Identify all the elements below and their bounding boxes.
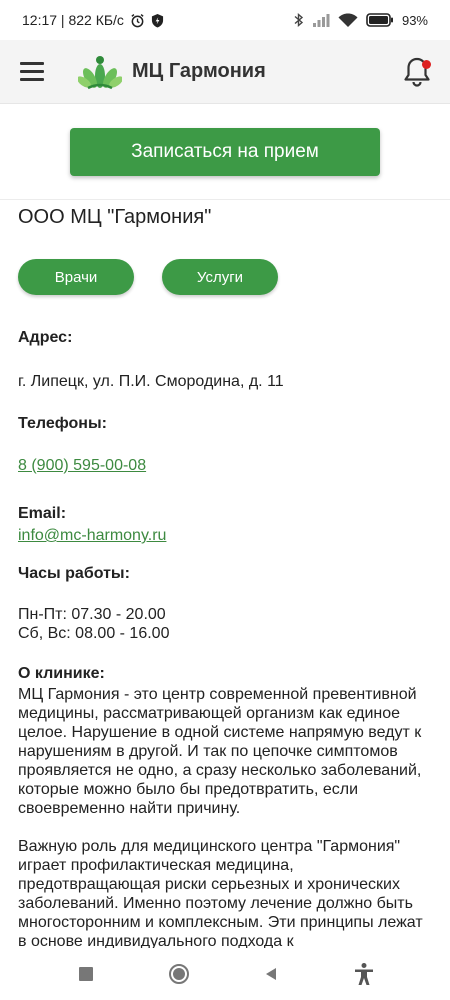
app-title: МЦ Гармония (132, 60, 266, 82)
status-left: 12:17 | 822 КБ/с (22, 12, 164, 28)
status-right: 93% (293, 12, 428, 28)
alarm-icon (130, 13, 145, 28)
email-label: Email: (18, 505, 67, 522)
battery-icon (366, 13, 394, 27)
doctors-button[interactable]: Врачи (18, 259, 134, 295)
home-button[interactable] (164, 959, 194, 989)
address-value: г. Липецк, ул. П.И. Смородина, д. 11 (18, 373, 284, 390)
about-label: О клинике: (18, 665, 105, 682)
phone-link[interactable]: 8 (900) 595-00-08 (18, 457, 434, 475)
about-paragraph: МЦ Гармония - это центр современной прев… (18, 686, 422, 817)
system-nav-bar (0, 948, 450, 1000)
appointment-section: Записаться на прием (0, 104, 450, 200)
book-appointment-button[interactable]: Записаться на прием (70, 127, 380, 176)
menu-icon-line (20, 78, 44, 81)
square-icon (79, 967, 94, 981)
notifications-button[interactable] (400, 55, 434, 89)
menu-button[interactable] (20, 58, 48, 86)
email-link[interactable]: info@mc-harmony.ru (18, 527, 434, 545)
hours-weekend: Сб, Вс: 08.00 - 16.00 (18, 625, 170, 642)
bluetooth-icon (293, 12, 304, 28)
hours-label: Часы работы: (18, 565, 130, 582)
recents-button[interactable] (71, 959, 101, 989)
signal-icon (312, 13, 330, 27)
accessibility-icon (354, 963, 373, 985)
back-triangle-icon (266, 968, 277, 980)
status-time-speed: 12:17 | 822 КБ/с (22, 12, 124, 28)
app-bar: МЦ Гармония (0, 40, 450, 104)
clinic-info: ООО МЦ "Гармония" Врачи Услуги Адрес: г.… (18, 200, 434, 951)
menu-icon-line (20, 70, 44, 73)
status-bar: 12:17 | 822 КБ/с 93% (0, 0, 450, 40)
lotus-logo-icon (78, 50, 122, 94)
pill-row: Врачи Услуги (18, 259, 434, 295)
shield-icon (151, 13, 164, 28)
battery-percent: 93% (401, 12, 428, 28)
phones-label: Телефоны: (18, 415, 107, 432)
accessibility-button[interactable] (349, 959, 379, 989)
bell-icon (404, 57, 430, 87)
org-name: ООО МЦ "Гармония" (18, 206, 212, 228)
circle-icon (168, 964, 189, 984)
about-paragraph: Важную роль для медицинского центра "Гар… (18, 838, 423, 950)
back-button[interactable] (256, 959, 286, 989)
hours-weekdays: Пн-Пт: 07.30 - 20.00 (18, 606, 166, 623)
services-button[interactable]: Услуги (162, 259, 278, 295)
notification-dot (422, 59, 431, 69)
menu-icon (20, 62, 44, 65)
wifi-icon (338, 13, 358, 28)
address-label: Адрес: (18, 329, 73, 346)
